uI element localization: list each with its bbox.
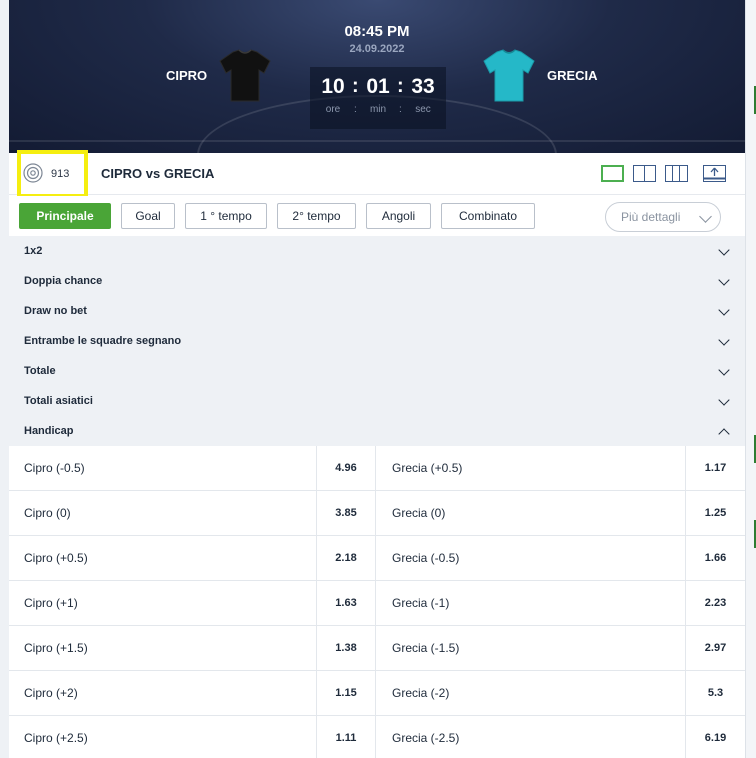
event-title-bar: 913 CIPRO vs GRECIA (9, 150, 745, 198)
market-entrambe-segnano[interactable]: Entrambe le squadre segnano (9, 326, 745, 356)
home-selection: Cipro (+2) (24, 686, 78, 700)
market-label: 1x2 (24, 245, 43, 257)
highlight-box (17, 150, 88, 198)
home-selection: Cipro (+1.5) (24, 641, 88, 655)
market-tabs: Principale Goal 1 ° tempo 2° tempo Angol… (9, 196, 745, 236)
market-draw-no-bet[interactable]: Draw no bet (9, 296, 745, 326)
home-odd-button[interactable]: 4.96 (316, 446, 376, 490)
tab-primo-tempo[interactable]: 1 ° tempo (185, 203, 267, 229)
table-row: Cipro (-0.5) 4.96 Grecia (+0.5) 1.17 (9, 446, 745, 491)
countdown-minutes-label: min (369, 104, 387, 115)
countdown-separator: : (399, 104, 402, 115)
market-totale[interactable]: Totale (9, 356, 745, 386)
markets-list: 1x2 Doppia chance Draw no bet Entrambe l… (9, 236, 745, 446)
market-totali-asiatici[interactable]: Totali asiatici (9, 386, 745, 416)
home-shirt-icon (219, 49, 271, 102)
kickoff-time: 08:45 PM (344, 23, 410, 40)
match-title: CIPRO vs GRECIA (101, 166, 215, 181)
away-selection: Grecia (-1.5) (392, 641, 460, 655)
tab-principale[interactable]: Principale (19, 203, 111, 229)
single-column-layout-icon[interactable] (601, 165, 624, 182)
tab-angoli[interactable]: Angoli (366, 203, 431, 229)
collapse-upload-icon[interactable] (703, 165, 726, 182)
home-odd-button[interactable]: 1.63 (316, 581, 376, 625)
home-odd-button[interactable]: 3.85 (316, 491, 376, 535)
away-selection: Grecia (-1) (392, 596, 450, 610)
event-page: 08:45 PM 24.09.2022 CIPRO GRECIA 10 : 01… (9, 0, 745, 758)
market-doppia-chance[interactable]: Doppia chance (9, 266, 745, 296)
chevron-down-icon (718, 274, 730, 286)
chevron-down-icon (718, 394, 730, 406)
more-details-label: Più dettagli (621, 210, 681, 224)
market-label: Totali asiatici (24, 395, 93, 407)
home-selection: Cipro (-0.5) (24, 461, 85, 475)
market-handicap[interactable]: Handicap (9, 416, 745, 446)
away-odd-button[interactable]: 2.97 (685, 626, 745, 670)
chevron-up-icon (718, 428, 730, 440)
countdown-timer: 10 : 01 : 33 ore : min : sec (310, 67, 446, 129)
countdown-seconds: 33 (411, 75, 435, 98)
chevron-down-icon (718, 244, 730, 256)
tab-goal[interactable]: Goal (121, 203, 175, 229)
table-row: Cipro (+2) 1.15 Grecia (-2) 5.3 (9, 671, 745, 716)
countdown-minutes: 01 (366, 75, 390, 98)
market-label: Doppia chance (24, 275, 103, 287)
away-team-name: GRECIA (547, 68, 598, 83)
more-details-dropdown[interactable]: Più dettagli (605, 202, 721, 232)
chevron-down-icon (718, 364, 730, 376)
pitch-line (9, 140, 745, 142)
home-selection: Cipro (+2.5) (24, 731, 88, 745)
home-team-name: CIPRO (166, 68, 208, 83)
home-selection: Cipro (+1) (24, 596, 78, 610)
away-selection: Grecia (-2.5) (392, 731, 460, 745)
countdown-separator: : (354, 104, 357, 115)
market-label: Entrambe le squadre segnano (24, 335, 182, 347)
countdown-hours: 10 (321, 75, 345, 98)
home-selection: Cipro (0) (24, 506, 71, 520)
away-shirt-icon (483, 49, 535, 102)
market-1x2[interactable]: 1x2 (9, 236, 745, 266)
away-selection: Grecia (-0.5) (392, 551, 460, 565)
tab-combinato[interactable]: Combinato (441, 203, 535, 229)
countdown-hours-label: ore (325, 104, 341, 115)
home-selection: Cipro (+0.5) (24, 551, 88, 565)
table-row: Cipro (+2.5) 1.11 Grecia (-2.5) 6.19 (9, 716, 745, 758)
away-odd-button[interactable]: 6.19 (685, 716, 745, 758)
table-row: Cipro (+0.5) 2.18 Grecia (-0.5) 1.66 (9, 536, 745, 581)
market-label: Totale (24, 365, 56, 377)
away-odd-button[interactable]: 2.23 (685, 581, 745, 625)
left-edge-strip (0, 0, 9, 758)
countdown-separator: : (352, 75, 359, 97)
chevron-down-icon (718, 334, 730, 346)
market-label: Handicap (24, 425, 74, 437)
table-row: Cipro (+1.5) 1.38 Grecia (-1.5) 2.97 (9, 626, 745, 671)
away-selection: Grecia (-2) (392, 686, 450, 700)
home-odd-button[interactable]: 1.11 (316, 716, 376, 758)
table-row: Cipro (0) 3.85 Grecia (0) 1.25 (9, 491, 745, 536)
away-selection: Grecia (+0.5) (392, 461, 463, 475)
two-column-layout-icon[interactable] (633, 165, 656, 182)
three-column-layout-icon[interactable] (665, 165, 688, 182)
market-label: Draw no bet (24, 305, 87, 317)
kickoff-date: 24.09.2022 (349, 43, 405, 55)
home-odd-button[interactable]: 2.18 (316, 536, 376, 580)
tab-secondo-tempo[interactable]: 2° tempo (277, 203, 356, 229)
away-odd-button[interactable]: 1.17 (685, 446, 745, 490)
home-odd-button[interactable]: 1.38 (316, 626, 376, 670)
chevron-down-icon (699, 210, 712, 223)
handicap-odds-table: Cipro (-0.5) 4.96 Grecia (+0.5) 1.17 Cip… (9, 446, 745, 758)
match-banner: 08:45 PM 24.09.2022 CIPRO GRECIA 10 : 01… (9, 0, 745, 153)
chevron-down-icon (718, 304, 730, 316)
countdown-separator: : (397, 75, 404, 97)
table-row: Cipro (+1) 1.63 Grecia (-1) 2.23 (9, 581, 745, 626)
home-odd-button[interactable]: 1.15 (316, 671, 376, 715)
right-edge-strip (745, 0, 756, 758)
away-odd-button[interactable]: 5.3 (685, 671, 745, 715)
away-odd-button[interactable]: 1.25 (685, 491, 745, 535)
away-odd-button[interactable]: 1.66 (685, 536, 745, 580)
countdown-seconds-label: sec (415, 104, 431, 115)
away-selection: Grecia (0) (392, 506, 446, 520)
